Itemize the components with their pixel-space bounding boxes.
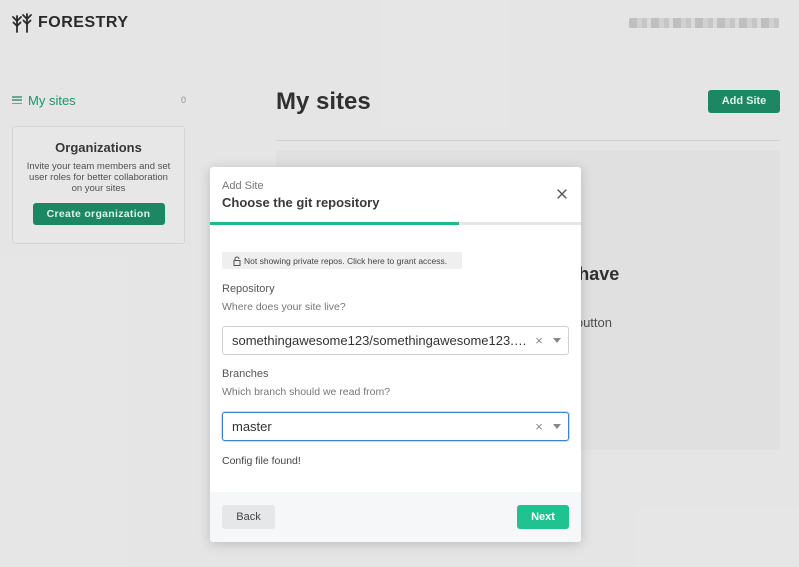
clear-branch-icon[interactable]: × xyxy=(532,419,546,434)
config-status-text: Config file found! xyxy=(222,455,301,467)
lock-icon xyxy=(233,256,241,266)
modal-kicker: Add Site xyxy=(222,180,264,192)
chevron-down-icon[interactable] xyxy=(546,424,568,429)
step-progress-fill xyxy=(210,222,459,225)
close-icon xyxy=(554,186,570,202)
modal-title: Choose the git repository xyxy=(222,195,380,210)
repository-help: Where does your site live? xyxy=(222,301,346,313)
repository-select-value: somethingawesome123/somethingawesome123.… xyxy=(232,333,532,348)
private-repos-text: Not showing private repos. Click here to… xyxy=(244,255,448,266)
clear-repository-icon[interactable]: × xyxy=(532,333,546,348)
repository-label: Repository xyxy=(222,283,275,295)
branches-label: Branches xyxy=(222,368,269,380)
chevron-down-icon[interactable] xyxy=(546,338,568,343)
modal-footer: Back Next xyxy=(210,492,581,542)
add-site-modal: Add Site Choose the git repository Not s… xyxy=(210,167,581,542)
back-button[interactable]: Back xyxy=(222,505,275,529)
branches-help: Which branch should we read from? xyxy=(222,386,391,398)
branch-select-value: master xyxy=(232,419,272,434)
branch-select[interactable]: master × xyxy=(222,412,569,441)
close-button[interactable] xyxy=(554,186,570,202)
private-repos-notice[interactable]: Not showing private repos. Click here to… xyxy=(222,252,462,269)
step-progress-bar xyxy=(210,222,581,225)
repository-select[interactable]: somethingawesome123/somethingawesome123.… xyxy=(222,326,569,355)
next-button[interactable]: Next xyxy=(517,505,569,529)
